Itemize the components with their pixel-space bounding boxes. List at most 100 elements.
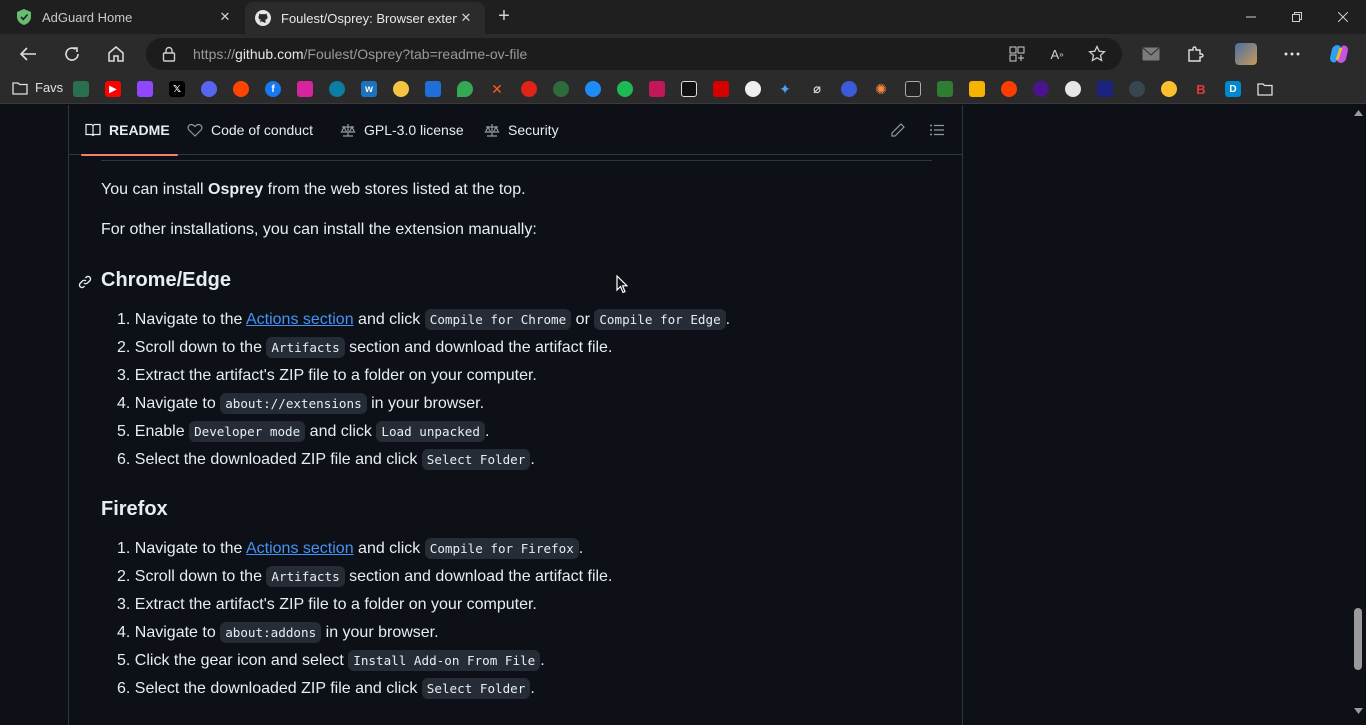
spotify-icon[interactable] xyxy=(617,81,633,97)
app-available-icon[interactable] xyxy=(1006,44,1028,64)
shield-icon[interactable] xyxy=(425,81,441,97)
tab-adguard-home[interactable]: AdGuard Home ✕ xyxy=(6,0,244,34)
sparkle-icon[interactable]: ✦ xyxy=(777,81,793,97)
home-icon[interactable] xyxy=(102,40,130,68)
facebook-icon[interactable]: f xyxy=(265,81,281,97)
list-item: 2. Scroll down to the Artifacts section … xyxy=(117,337,613,358)
readme-container: README Code of conduct GPL-3.0 license S… xyxy=(68,105,963,725)
scroll-down-arrow-icon[interactable] xyxy=(1354,708,1363,714)
discord-icon[interactable] xyxy=(201,81,217,97)
close-tab-icon[interactable]: ✕ xyxy=(216,9,234,25)
favorite-site-icon[interactable] xyxy=(553,81,569,97)
tab-label: GPL-3.0 license xyxy=(364,122,464,138)
list-item: 1. Navigate to the Actions section and c… xyxy=(117,538,584,559)
favorite-site-icon[interactable] xyxy=(745,81,761,97)
scroll-up-arrow-icon[interactable] xyxy=(1354,110,1363,116)
restore-icon[interactable] xyxy=(1274,0,1320,34)
new-tab-button[interactable]: + xyxy=(494,5,514,29)
favorite-site-icon[interactable] xyxy=(681,81,697,97)
tab-license[interactable]: GPL-3.0 license xyxy=(340,105,464,155)
adguard-shield-icon xyxy=(16,9,32,25)
favorite-site-icon[interactable] xyxy=(73,81,89,97)
twitch-icon[interactable] xyxy=(137,81,153,97)
inline-code: Load unpacked xyxy=(376,421,485,442)
lightbulb-icon[interactable] xyxy=(393,81,409,97)
youtube-icon[interactable]: ▶ xyxy=(105,81,121,97)
favorite-star-icon[interactable] xyxy=(1086,44,1108,64)
address-bar[interactable]: https://github.com/Foulest/Osprey?tab=re… xyxy=(146,38,1122,70)
favorite-site-icon[interactable] xyxy=(937,81,953,97)
folder-icon xyxy=(12,81,28,95)
close-tab-icon[interactable]: ✕ xyxy=(457,10,475,26)
inline-code: Select Folder xyxy=(421,449,531,470)
list-item: 5. Enable Developer mode and click Load … xyxy=(117,421,490,442)
favorite-site-icon[interactable]: B xyxy=(1193,81,1209,97)
inline-code: Compile for Firefox xyxy=(424,538,579,559)
maps-pin-icon[interactable] xyxy=(457,81,473,97)
profile-avatar[interactable] xyxy=(1232,40,1260,68)
tab-code-of-conduct[interactable]: Code of conduct xyxy=(187,105,313,155)
title-bar: AdGuard Home ✕ Foulest/Osprey: Browser e… xyxy=(0,0,1366,34)
x-icon[interactable]: 𝕏 xyxy=(169,81,185,97)
more-menu-icon[interactable] xyxy=(1278,40,1306,68)
url-text: https://github.com/Foulest/Osprey?tab=re… xyxy=(193,46,528,62)
copilot-icon[interactable] xyxy=(1325,40,1353,68)
favs-folder[interactable]: Favs xyxy=(12,80,63,95)
favorite-site-icon[interactable] xyxy=(1001,81,1017,97)
mail-icon[interactable] xyxy=(1137,40,1165,68)
tab-label: README xyxy=(109,122,170,138)
tab-security[interactable]: Security xyxy=(484,105,559,155)
anchor-link-icon[interactable] xyxy=(77,273,93,296)
favorite-site-icon[interactable]: ✕ xyxy=(489,81,505,97)
favorite-site-icon[interactable] xyxy=(905,81,921,97)
favorite-site-icon[interactable] xyxy=(329,81,345,97)
refresh-icon[interactable] xyxy=(58,40,86,68)
favorite-site-icon[interactable] xyxy=(521,81,537,97)
favorite-site-icon[interactable] xyxy=(841,81,857,97)
github-icon[interactable] xyxy=(1065,81,1081,97)
favorite-site-icon[interactable] xyxy=(649,81,665,97)
book-icon xyxy=(85,123,101,137)
tab-osprey[interactable]: Foulest/Osprey: Browser extension ✕ xyxy=(245,2,485,34)
extensions-puzzle-icon[interactable] xyxy=(1181,40,1209,68)
favorite-site-icon[interactable] xyxy=(969,81,985,97)
tab-title: AdGuard Home xyxy=(42,9,133,25)
scrollbar-thumb[interactable] xyxy=(1354,608,1362,670)
actions-section-link[interactable]: Actions section xyxy=(246,540,354,557)
minimize-icon[interactable] xyxy=(1228,0,1274,34)
favorite-site-icon[interactable] xyxy=(713,81,729,97)
favorite-site-icon[interactable] xyxy=(1129,81,1145,97)
tab-title: Foulest/Osprey: Browser extension xyxy=(281,10,457,26)
list-item: 4. Navigate to about:addons in your brow… xyxy=(117,622,439,643)
outline-list-icon[interactable] xyxy=(928,121,946,139)
tab-readme[interactable]: README xyxy=(81,105,178,156)
list-item: 2. Scroll down to the Artifacts section … xyxy=(117,566,613,587)
heading-text: Firefox xyxy=(101,498,168,520)
read-aloud-icon[interactable]: A» xyxy=(1046,44,1068,64)
favorite-site-icon[interactable] xyxy=(1097,81,1113,97)
site-info-lock-icon[interactable] xyxy=(162,46,176,67)
favorite-site-icon[interactable] xyxy=(585,81,601,97)
heading-chrome-edge: Chrome/Edge xyxy=(78,269,231,292)
instagram-icon[interactable] xyxy=(297,81,313,97)
list-item: 4. Navigate to about://extensions in you… xyxy=(117,393,485,414)
back-icon[interactable] xyxy=(14,40,42,68)
favorite-site-icon[interactable] xyxy=(1161,81,1177,97)
list-item: 6. Select the downloaded ZIP file and cl… xyxy=(117,678,535,699)
actions-section-link[interactable]: Actions section xyxy=(246,311,354,328)
tab-label: Code of conduct xyxy=(211,122,313,138)
readme-tab-nav: README Code of conduct GPL-3.0 license S… xyxy=(69,105,962,156)
favorite-site-icon[interactable]: w xyxy=(361,81,377,97)
favorite-site-icon[interactable]: ✺ xyxy=(873,81,889,97)
reddit-icon[interactable] xyxy=(233,81,249,97)
other-favorites-folder-icon[interactable] xyxy=(1257,81,1273,97)
inline-code: Artifacts xyxy=(266,566,345,587)
close-window-icon[interactable] xyxy=(1320,0,1366,34)
favorite-site-icon[interactable] xyxy=(1033,81,1049,97)
favorite-site-icon[interactable]: ⌀ xyxy=(809,81,825,97)
favs-label: Favs xyxy=(35,80,64,95)
inline-code: Compile for Chrome xyxy=(424,309,572,330)
edit-pencil-icon[interactable] xyxy=(889,121,907,139)
heart-handshake-icon xyxy=(187,123,203,137)
favorite-site-icon[interactable]: D xyxy=(1225,81,1241,97)
